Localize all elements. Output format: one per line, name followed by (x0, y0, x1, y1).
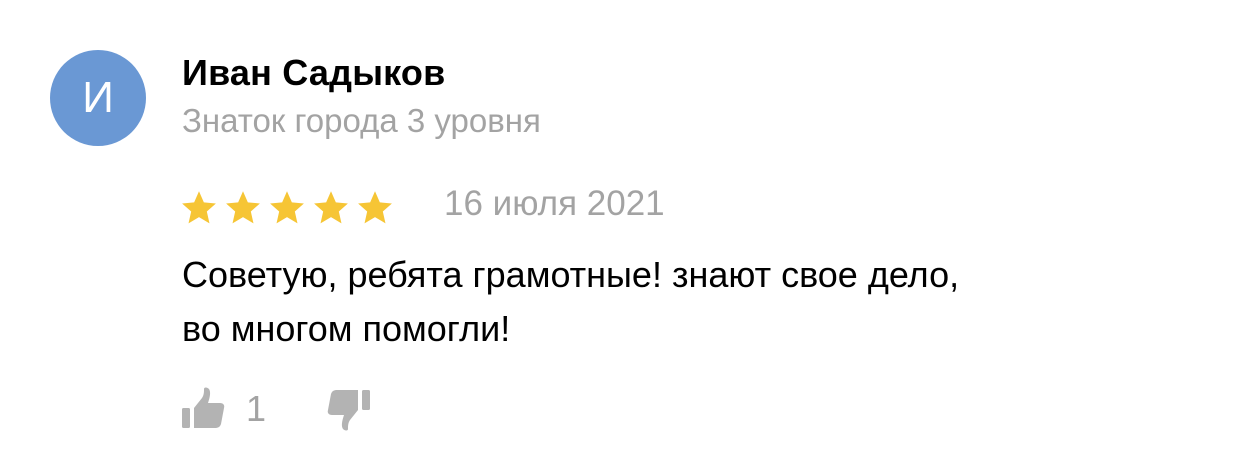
review-card: И Иван Садыков Знаток города 3 уровня 16… (0, 0, 1242, 467)
review-text-line: Советую, ребята грамотные! знают свое де… (182, 254, 960, 295)
reactions: 1 (180, 386, 372, 432)
avatar-letter: И (82, 73, 114, 122)
like-button[interactable]: 1 (180, 386, 326, 432)
author-name[interactable]: Иван Садыков (182, 52, 445, 94)
dislike-button[interactable] (326, 386, 372, 432)
rating-stars (180, 190, 394, 226)
star-icon (358, 191, 392, 224)
review-text-line: во многом помогли! (182, 308, 511, 349)
thumbs-down-icon (327, 390, 371, 431)
star-icon (314, 191, 348, 224)
star-icon (226, 191, 260, 224)
review-date: 16 июля 2021 (444, 184, 665, 223)
avatar[interactable]: И (50, 50, 146, 146)
like-count: 1 (246, 388, 267, 429)
star-icon (270, 191, 304, 224)
review-text: Советую, ребята грамотные! знают свое де… (182, 248, 1182, 356)
star-icon (182, 191, 216, 224)
thumbs-up-icon (182, 387, 225, 428)
author-level: Знаток города 3 уровня (182, 102, 541, 139)
